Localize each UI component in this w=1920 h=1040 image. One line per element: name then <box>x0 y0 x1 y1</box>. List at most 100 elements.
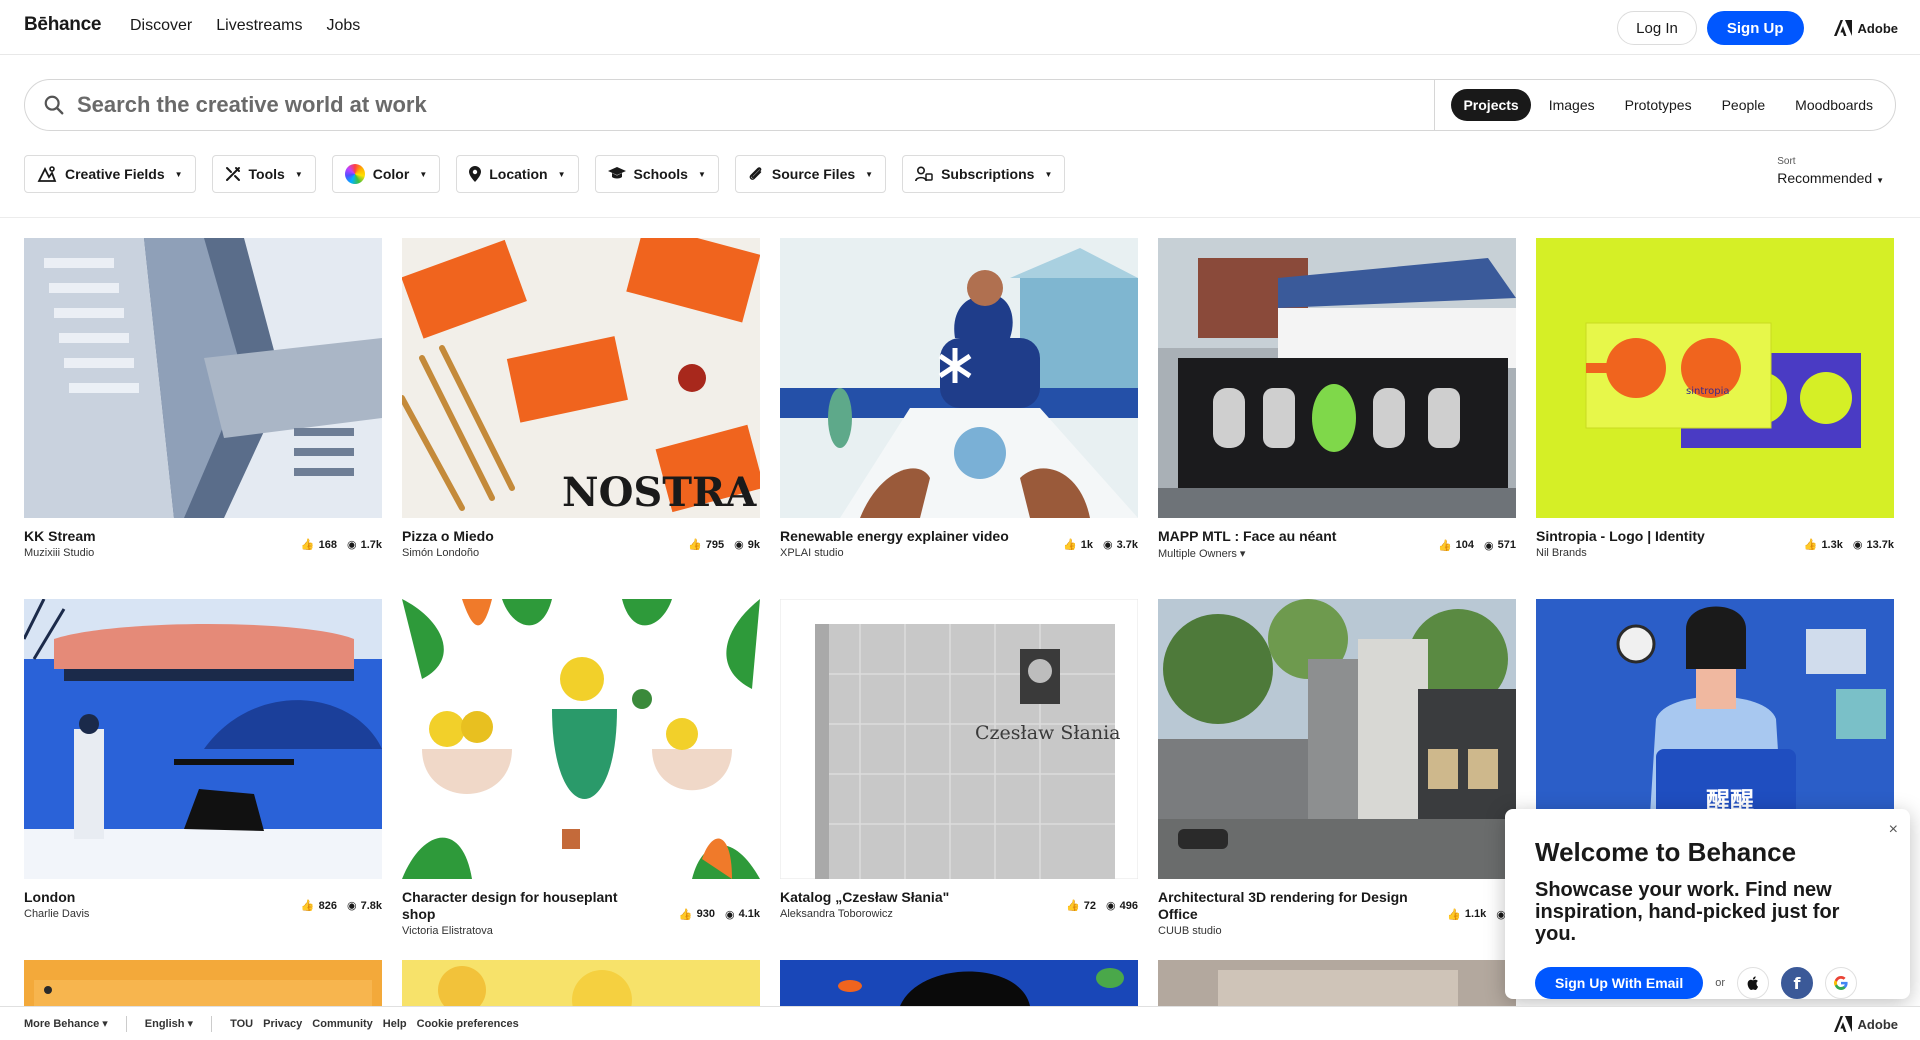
login-button[interactable]: Log In <box>1617 11 1697 45</box>
project-thumbnail[interactable]: sintropia <box>1536 238 1894 518</box>
facebook-icon: f <box>1793 973 1801 993</box>
project-title[interactable]: Sintropia - Logo | Identity <box>1536 528 1705 545</box>
project-title[interactable]: Katalog „Czesław Słania" <box>780 889 949 906</box>
project-card[interactable]: NOSTRA Pizza o Miedo Simón Londoño 👍 795 … <box>402 238 760 559</box>
project-owner[interactable]: CUUB studio <box>1158 925 1408 937</box>
tab-projects[interactable]: Projects <box>1451 89 1531 121</box>
tab-moodboards[interactable]: Moodboards <box>1783 89 1885 121</box>
project-owner[interactable]: Muzixiii Studio <box>24 547 96 559</box>
footer: More Behance ▾ English ▾ TOU Privacy Com… <box>0 1006 1920 1040</box>
project-thumbnail[interactable]: NOSTRA <box>402 238 760 518</box>
project-card[interactable]: Character design for houseplant shop Vic… <box>402 599 760 937</box>
project-thumbnail[interactable] <box>780 960 1138 1006</box>
tab-people[interactable]: People <box>1710 89 1778 121</box>
project-card[interactable] <box>780 960 1138 1006</box>
project-stats: 👍 168 ◉ 1.7k <box>301 528 382 559</box>
thumbs-up-icon: 👍 <box>1063 539 1077 551</box>
likes-count: 1k <box>1080 538 1093 551</box>
project-card[interactable]: Renewable energy explainer video XPLAI s… <box>780 238 1138 559</box>
tab-images[interactable]: Images <box>1537 89 1607 121</box>
apple-icon <box>1747 976 1758 990</box>
project-meta: Architectural 3D rendering for Design Of… <box>1158 889 1516 937</box>
project-meta: Character design for houseplant shop Vic… <box>402 889 760 937</box>
project-thumbnail[interactable] <box>402 960 760 1006</box>
project-card[interactable]: MAPP MTL : Face au néant Multiple Owners… <box>1158 238 1516 560</box>
close-icon[interactable]: × <box>1889 821 1898 839</box>
facebook-signin-button[interactable]: f <box>1781 967 1813 999</box>
footer-link-community[interactable]: Community <box>312 1018 373 1030</box>
project-title[interactable]: Architectural 3D rendering for Design Of… <box>1158 889 1408 923</box>
project-owner[interactable]: Multiple Owners ▾ <box>1158 547 1336 560</box>
thumbnail-art <box>402 960 760 1006</box>
eye-icon: ◉ <box>1106 900 1116 912</box>
signup-button[interactable]: Sign Up <box>1706 11 1804 45</box>
footer-link-help[interactable]: Help <box>383 1018 407 1030</box>
project-thumbnail[interactable] <box>24 960 382 1006</box>
nav-livestreams[interactable]: Livestreams <box>216 17 302 35</box>
sort-dropdown[interactable]: Sort Recommended ▼ <box>1777 156 1884 186</box>
project-title[interactable]: Renewable energy explainer video <box>780 528 1009 545</box>
project-thumbnail[interactable] <box>24 238 382 518</box>
tools-icon <box>225 167 240 181</box>
chevron-down-icon: ▼ <box>419 169 428 179</box>
thumbs-up-icon: 👍 <box>300 900 315 912</box>
project-owner[interactable]: XPLAI studio <box>780 547 1009 559</box>
language-selector[interactable]: English ▾ <box>145 1017 193 1030</box>
behance-logo[interactable]: Bēhance <box>24 14 101 36</box>
google-signin-button[interactable] <box>1825 967 1857 999</box>
views-count: 571 <box>1497 539 1516 551</box>
project-title[interactable]: MAPP MTL : Face au néant <box>1158 528 1336 545</box>
project-card[interactable]: KK Stream Muzixiii Studio 👍 168 ◉ 1.7k <box>24 238 382 559</box>
filter-creative-fields[interactable]: Creative Fields ▼ <box>24 155 196 193</box>
project-title[interactable]: London <box>24 889 89 906</box>
thumbs-up-icon: 👍 <box>678 908 693 921</box>
filter-source-files[interactable]: Source Files ▼ <box>734 155 887 193</box>
filter-subscriptions[interactable]: Subscriptions ▼ <box>902 155 1066 193</box>
footer-link-privacy[interactable]: Privacy <box>263 1018 302 1030</box>
project-thumbnail[interactable] <box>780 238 1138 518</box>
tab-prototypes[interactable]: Prototypes <box>1613 89 1704 121</box>
footer-adobe-link[interactable]: Adobe <box>1833 1016 1898 1032</box>
project-card[interactable] <box>402 960 760 1006</box>
search-input[interactable] <box>77 92 1377 118</box>
thumbs-up-icon: 👍 <box>1066 900 1080 912</box>
project-thumbnail[interactable]: Czesław Słania <box>780 599 1138 879</box>
signup-email-button[interactable]: Sign Up With Email <box>1535 967 1704 999</box>
project-title[interactable]: Character design for houseplant shop <box>402 889 652 923</box>
project-card[interactable] <box>24 960 382 1006</box>
project-thumbnail[interactable] <box>1158 599 1516 879</box>
project-thumbnail[interactable] <box>1158 960 1516 1006</box>
thumbnail-art <box>1158 599 1516 879</box>
project-card[interactable] <box>1158 960 1516 1006</box>
project-card[interactable]: London Charlie Davis 👍 826 ◉ 7.8k <box>24 599 382 920</box>
project-title[interactable]: Pizza o Miedo <box>402 528 494 545</box>
filter-color[interactable]: Color ▼ <box>331 155 441 193</box>
project-card[interactable]: sintropia Sintropia - Logo | Identity Ni… <box>1536 238 1894 559</box>
filter-schools[interactable]: Schools ▼ <box>594 155 719 193</box>
filter-tools[interactable]: Tools ▼ <box>211 155 316 193</box>
footer-link-tou[interactable]: TOU <box>230 1018 253 1030</box>
project-owner[interactable]: Victoria Elistratova <box>402 925 652 937</box>
project-card[interactable]: Czesław Słania Katalog „Czesław Słania" … <box>780 599 1138 920</box>
footer-link-cookie-preferences[interactable]: Cookie preferences <box>417 1018 519 1030</box>
project-thumbnail[interactable] <box>1158 238 1516 518</box>
project-owner[interactable]: Simón Londoño <box>402 547 494 559</box>
project-meta: Pizza o Miedo Simón Londoño 👍 795 ◉ 9k <box>402 528 760 559</box>
project-owner[interactable]: Nil Brands <box>1536 547 1705 559</box>
project-title[interactable]: KK Stream <box>24 528 96 545</box>
more-behance-menu[interactable]: More Behance ▾ <box>24 1017 108 1030</box>
adobe-link[interactable]: Adobe <box>1833 20 1898 36</box>
project-owner[interactable]: Charlie Davis <box>24 908 89 920</box>
project-card[interactable]: Architectural 3D rendering for Design Of… <box>1158 599 1516 937</box>
filter-label: Schools <box>633 166 688 182</box>
apple-signin-button[interactable] <box>1737 967 1769 999</box>
likes-count: 795 <box>705 538 725 551</box>
filter-location[interactable]: Location ▼ <box>456 155 579 193</box>
nav-jobs[interactable]: Jobs <box>326 17 360 35</box>
project-thumbnail[interactable] <box>24 599 382 879</box>
thumbnail-art: sintropia <box>1536 238 1894 518</box>
nav-discover[interactable]: Discover <box>130 17 192 35</box>
project-owner[interactable]: Aleksandra Toborowicz <box>780 908 949 920</box>
likes-count: 72 <box>1083 899 1097 912</box>
project-thumbnail[interactable] <box>402 599 760 879</box>
